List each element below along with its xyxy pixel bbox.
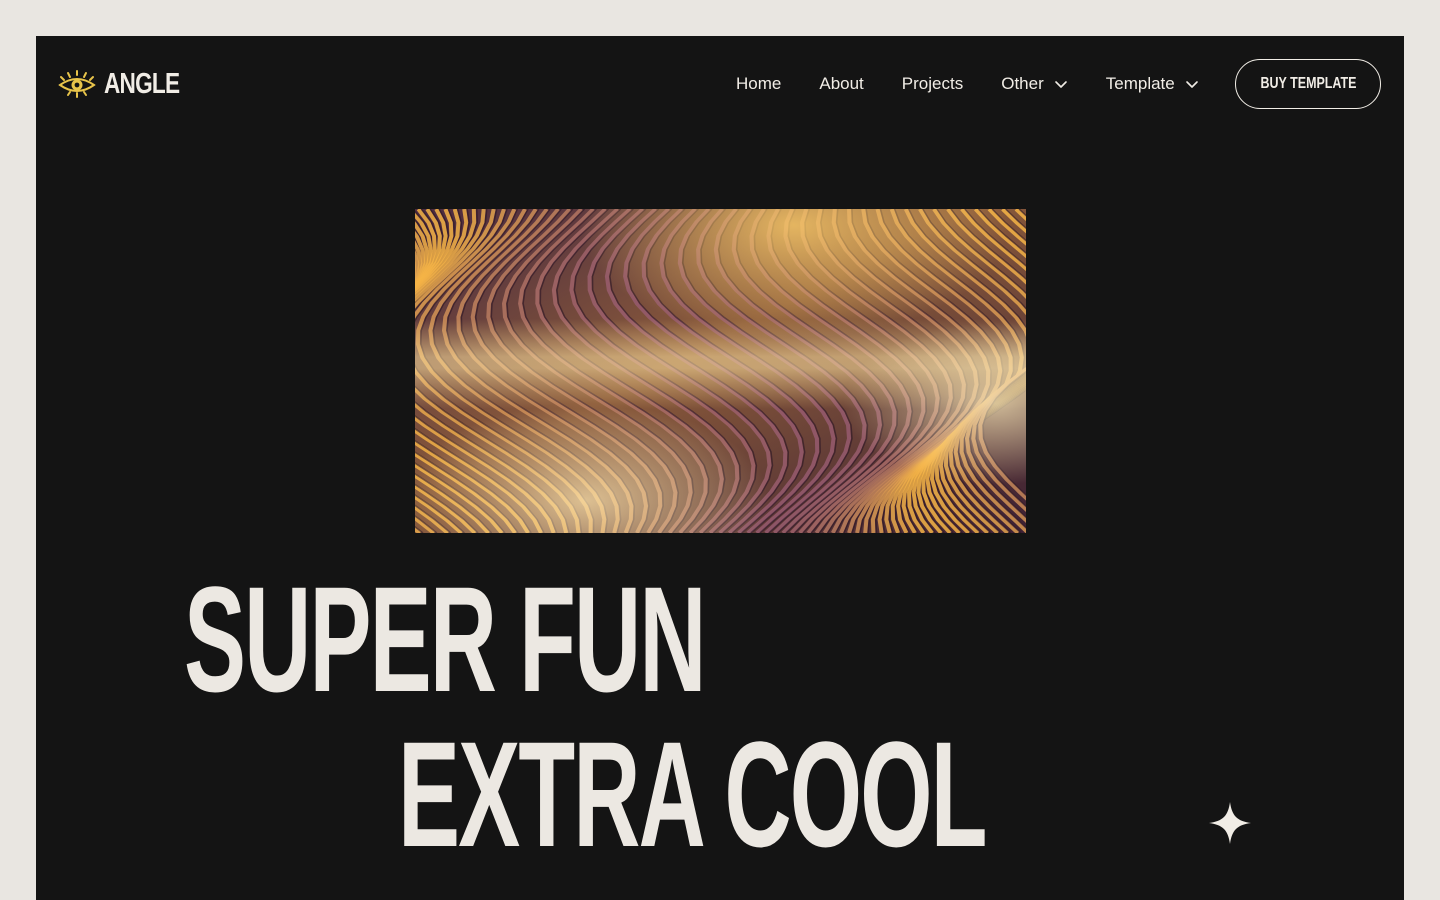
nav-item-label: Other	[1001, 74, 1044, 93]
nav-item-projects[interactable]: Projects	[902, 74, 963, 94]
abstract-wave-image	[415, 209, 1026, 533]
headline-line-1: SUPER FUN	[184, 555, 707, 723]
sparkle-icon	[1209, 802, 1251, 844]
nav-item-label: Projects	[901, 74, 964, 93]
eye-icon	[58, 70, 96, 98]
nav-item-label: Home	[736, 74, 782, 93]
brand-logo[interactable]: ANGLE	[58, 68, 201, 100]
main-nav: Home About Projects Other Template	[736, 72, 1199, 96]
page-frame: ANGLE Home About Projects Other Template…	[36, 36, 1404, 900]
chevron-down-icon	[1185, 81, 1198, 88]
brand-name: ANGLE	[104, 67, 180, 100]
nav-item-label: About	[819, 74, 864, 93]
headline-line-2: EXTRA COOL	[398, 710, 987, 878]
nav-item-template[interactable]: Template	[1106, 74, 1199, 94]
chevron-down-icon	[1054, 81, 1067, 88]
nav-item-other[interactable]: Other	[1001, 74, 1068, 94]
nav-item-about[interactable]: About	[819, 74, 863, 94]
buy-template-label: BUY TEMPLATE	[1260, 75, 1356, 92]
buy-template-button[interactable]: BUY TEMPLATE	[1235, 59, 1381, 109]
nav-item-label: Template	[1105, 74, 1175, 93]
nav-item-home[interactable]: Home	[736, 74, 781, 94]
hero-image	[415, 209, 1026, 533]
